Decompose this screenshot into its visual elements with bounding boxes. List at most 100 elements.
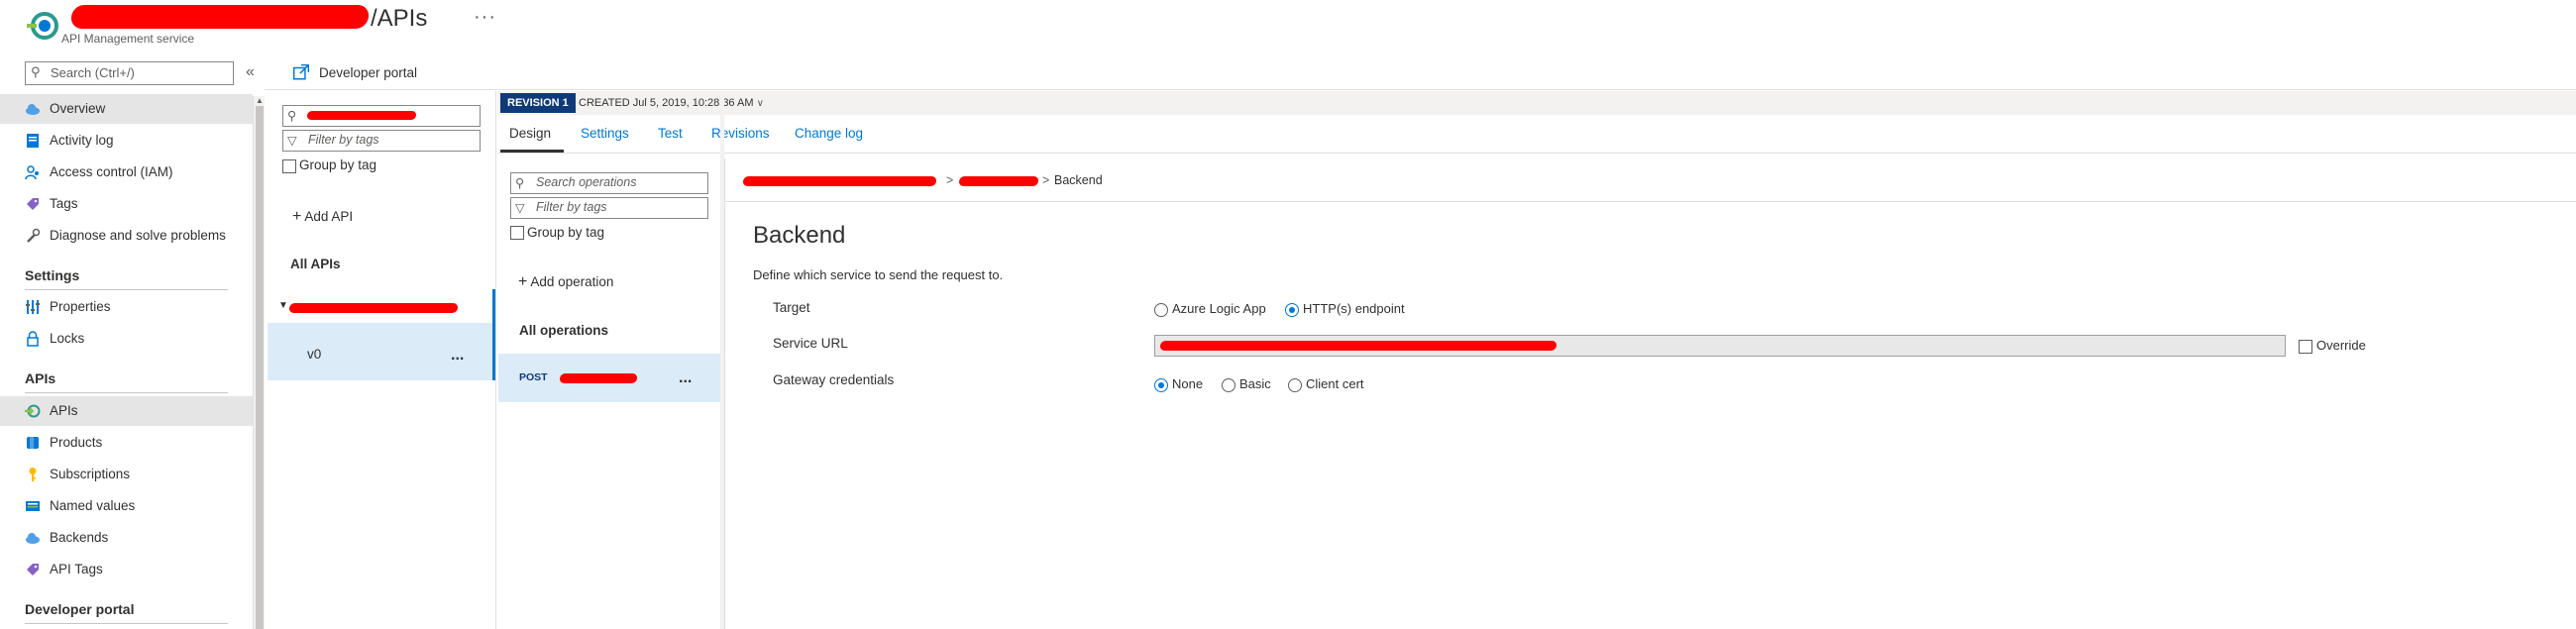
gateway-basic-radio[interactable] (1222, 378, 1235, 392)
wrench-icon (27, 228, 41, 243)
nav-divider (25, 623, 228, 624)
tab-change-log[interactable]: Change log (795, 126, 863, 141)
more-icon[interactable]: ··· (474, 6, 496, 29)
redacted-breadcrumb[interactable] (742, 176, 937, 186)
breadcrumb-current: Backend (1054, 173, 1103, 187)
redacted-title (69, 5, 371, 29)
products-icon (27, 437, 39, 449)
people-icon (25, 165, 39, 180)
nav-section-settings: Settings (25, 267, 80, 283)
api-search-input[interactable]: ⚲ (282, 105, 481, 127)
redacted-api-name[interactable] (288, 303, 459, 313)
breadcrumb-divider (724, 201, 2576, 202)
operations-filter-tags-input[interactable]: ▽ Filter by tags (510, 197, 708, 219)
nav-item-backends[interactable]: Backends (0, 523, 253, 553)
nav-item-diagnose[interactable]: Diagnose and solve problems (0, 221, 253, 251)
gateway-none-radio[interactable] (1154, 378, 1168, 392)
nav-search-input[interactable]: ⚲ Search (Ctrl+/) (25, 61, 234, 85)
gateway-credentials-label: Gateway credentials (773, 372, 895, 387)
operations-group-by-tag-label: Group by tag (527, 225, 605, 240)
gateway-client-cert-radio[interactable] (1288, 378, 1302, 392)
nav-item-named-values[interactable]: Named values (0, 491, 253, 521)
content-divider (724, 158, 725, 629)
group-by-tag-label: Group by tag (299, 157, 377, 172)
override-checkbox[interactable] (2299, 340, 2312, 354)
all-apis-header[interactable]: All APIs (290, 257, 341, 271)
api-version-selected-indicator (492, 323, 495, 380)
add-api-button[interactable]: + Add API (292, 208, 353, 226)
revision-bar (497, 91, 2576, 115)
target-http-endpoint-label: HTTP(s) endpoint (1303, 301, 1405, 316)
nav-divider (25, 392, 228, 393)
group-by-tag-checkbox[interactable] (282, 159, 296, 173)
gateway-client-cert-label: Client cert (1306, 376, 1364, 391)
nav-item-overview[interactable]: Overview (0, 94, 253, 124)
redacted-service-url (1159, 341, 1557, 351)
target-http-endpoint-radio[interactable] (1285, 303, 1299, 317)
redacted-breadcrumb[interactable] (958, 176, 1039, 186)
nav-item-products[interactable]: Products (0, 428, 253, 458)
redacted-operation-name[interactable] (559, 373, 638, 383)
all-operations-header[interactable]: All operations (519, 323, 608, 338)
api-version-label: v0 (307, 347, 322, 362)
operation-more-button[interactable]: ... (679, 369, 692, 387)
search-icon: ⚲ (287, 109, 297, 123)
nav-scroll-thumb[interactable] (256, 106, 264, 629)
target-azure-logic-app-radio[interactable] (1154, 303, 1168, 317)
target-azure-logic-app-label: Azure Logic App (1172, 301, 1266, 316)
section-description: Define which service to send the request… (753, 267, 1004, 282)
toolbar-divider (265, 89, 2576, 90)
cloud-icon (26, 533, 40, 544)
nav-section-apis: APIs (25, 370, 56, 386)
filter-icon: ▽ (515, 201, 525, 215)
section-title: Backend (753, 222, 846, 249)
nav-item-access-control[interactable]: Access control (IAM) (0, 157, 253, 187)
service-url-label: Service URL (773, 336, 848, 351)
nav-section-developer-portal: Developer portal (25, 601, 135, 617)
search-icon: ⚲ (31, 64, 41, 79)
plus-icon: + (518, 273, 528, 290)
http-method-badge: POST (519, 371, 548, 383)
nav-item-api-tags[interactable]: API Tags (0, 555, 253, 584)
key-icon (29, 468, 37, 481)
service-url-input[interactable] (1154, 335, 2286, 357)
properties-icon (26, 300, 40, 314)
named-values-icon (26, 501, 40, 511)
redacted-text (306, 111, 417, 120)
gateway-none-label: None (1172, 376, 1204, 391)
apis-icon (25, 404, 41, 418)
nav-item-tags[interactable]: Tags (0, 189, 253, 219)
operations-group-by-tag-checkbox[interactable] (510, 226, 524, 240)
add-operation-button[interactable]: + Add operation (518, 273, 613, 291)
collapse-nav-icon[interactable]: « (246, 63, 255, 81)
operations-search-input[interactable]: ⚲ Search operations (510, 172, 708, 194)
tag-icon (27, 198, 39, 210)
page-subtitle: API Management service (61, 32, 195, 46)
nav-item-subscriptions[interactable]: Subscriptions (0, 460, 253, 489)
nav-divider (25, 289, 228, 290)
gateway-basic-label: Basic (1239, 376, 1271, 391)
plus-icon: + (292, 208, 302, 225)
search-icon: ⚲ (515, 176, 525, 190)
activity-log-icon (27, 134, 39, 148)
api-version-more-button[interactable]: ... (451, 347, 464, 365)
apis-logo-icon (27, 12, 58, 40)
target-label: Target (773, 300, 810, 315)
nav-item-locks[interactable]: Locks (0, 324, 253, 354)
filter-icon: ▽ (287, 134, 297, 148)
chevron-down-icon[interactable]: ▼ (278, 300, 288, 311)
api-filter-tags-input[interactable]: ▽ Filter by tags (282, 130, 481, 152)
nav-item-apis[interactable]: APIs (0, 396, 253, 426)
scroll-up-icon[interactable]: ▲ (256, 96, 264, 105)
chevron-down-icon: ∨ (756, 98, 764, 109)
page-title: /APIs (69, 2, 427, 33)
override-label: Override (2316, 338, 2366, 353)
lock-icon (27, 331, 39, 347)
nav-item-properties[interactable]: Properties (0, 292, 253, 322)
external-link-icon (292, 63, 310, 80)
api-selected-indicator (492, 289, 495, 323)
breadcrumb-separator: > (1042, 173, 1050, 187)
nav-item-activity-log[interactable]: Activity log (0, 126, 253, 156)
tabs-divider (497, 153, 2576, 154)
cloud-icon (26, 104, 40, 115)
